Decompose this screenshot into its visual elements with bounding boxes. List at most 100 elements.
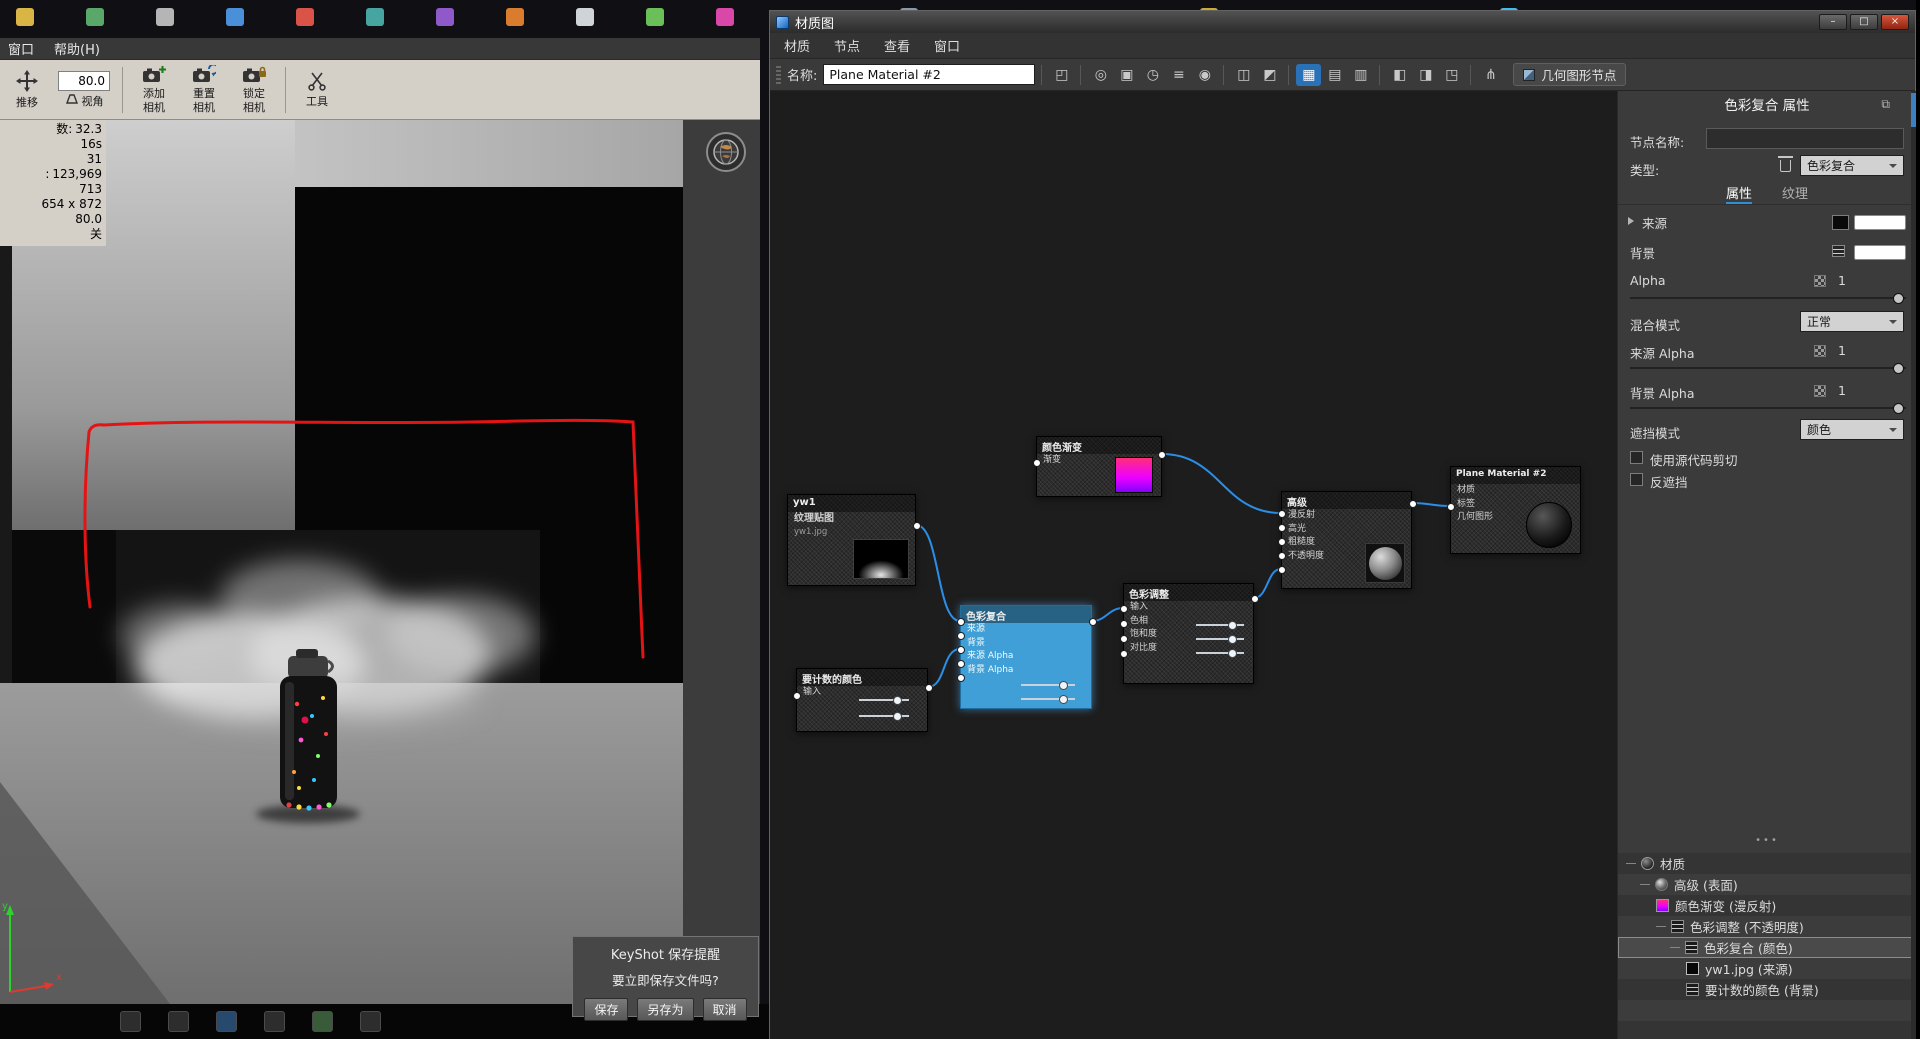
input-port[interactable] — [957, 618, 965, 626]
output-port[interactable] — [1158, 451, 1166, 459]
connection-wire[interactable] — [1412, 503, 1450, 506]
connection-wire[interactable] — [1254, 569, 1281, 598]
taskbar-app-icon[interactable] — [216, 1011, 237, 1032]
source-color-chip[interactable] — [1832, 215, 1849, 230]
menu-material[interactable]: 材质 — [784, 36, 810, 55]
input-port[interactable] — [957, 660, 965, 668]
taskbar-app-icon[interactable] — [168, 1011, 189, 1032]
node-graph-canvas[interactable]: 颜色渐变 渐变 yw1 纹理贴图 yw1.jpg 色彩复合 来源 背景 来源 A… — [770, 91, 1617, 1039]
input-port[interactable] — [957, 646, 965, 654]
save-button[interactable]: 保存 — [584, 998, 628, 1021]
input-port[interactable] — [1278, 566, 1286, 574]
invert-mask-checkbox[interactable] — [1630, 473, 1643, 486]
grid-snap-icon[interactable]: ▥ — [1348, 64, 1373, 86]
input-port[interactable] — [1278, 538, 1286, 546]
source-alpha-slider[interactable] — [1630, 367, 1906, 369]
input-port[interactable] — [1120, 620, 1128, 628]
menu-view[interactable]: 查看 — [884, 36, 910, 55]
lock-camera-button[interactable]: 锁定 相机 — [235, 65, 273, 114]
desktop-icon[interactable] — [226, 8, 244, 26]
material-name-input[interactable] — [823, 64, 1035, 85]
desktop-icon[interactable] — [16, 8, 34, 26]
output-port[interactable] — [1251, 595, 1259, 603]
node-root-material[interactable]: Plane Material #2 材质 标签 几何图形 — [1450, 466, 1581, 554]
desktop-icon[interactable] — [506, 8, 524, 26]
node-slider[interactable] — [1196, 652, 1244, 654]
material-preview-sphere[interactable] — [1365, 543, 1405, 583]
input-port[interactable] — [793, 692, 801, 700]
use-source-clip-checkbox[interactable] — [1630, 451, 1643, 464]
tree-row-advanced[interactable]: 高级 (表面) — [1618, 874, 1912, 895]
output-port[interactable] — [925, 684, 933, 692]
material-graph-titlebar[interactable]: 材质图 – □ × — [770, 11, 1915, 33]
texture-thumbnail[interactable] — [853, 539, 909, 579]
collapse-arrow-icon[interactable] — [1628, 217, 1634, 225]
taskbar-app-icon[interactable] — [264, 1011, 285, 1032]
blend-mode-dropdown[interactable]: 正常 — [1800, 311, 1904, 332]
node-slider[interactable] — [859, 715, 909, 717]
tree-row-material[interactable]: 材质 — [1618, 853, 1912, 874]
taskbar-app-icon[interactable] — [360, 1011, 381, 1032]
tab-properties[interactable]: 属性 — [1726, 183, 1752, 204]
input-port[interactable] — [1120, 650, 1128, 658]
connection-wire[interactable] — [1092, 608, 1123, 621]
desktop-icon[interactable] — [576, 8, 594, 26]
input-port[interactable] — [957, 674, 965, 682]
gradient-swatch[interactable] — [1115, 457, 1153, 493]
connection-wire[interactable] — [916, 525, 960, 621]
mask-mode-dropdown[interactable]: 颜色 — [1800, 419, 1904, 440]
output-port[interactable] — [1409, 500, 1417, 508]
input-port[interactable] — [957, 632, 965, 640]
align-vertical-icon[interactable]: ◨ — [1413, 64, 1438, 86]
pan-tool-button[interactable]: 推移 — [8, 70, 46, 109]
input-port[interactable] — [1447, 503, 1455, 511]
node-texture-yw1[interactable]: yw1 纹理贴图 yw1.jpg — [787, 494, 916, 586]
preview-icon[interactable]: ▣ — [1114, 64, 1139, 86]
background-alpha-map-icon[interactable] — [1814, 385, 1826, 397]
save-as-button[interactable]: 另存为 — [637, 998, 693, 1021]
connection-wire[interactable] — [1162, 454, 1281, 513]
node-slider[interactable] — [1021, 684, 1075, 686]
tree-row-adjust[interactable]: 色彩调整 (不透明度) — [1618, 916, 1912, 937]
desktop-icon[interactable] — [86, 8, 104, 26]
node-color-adjust[interactable]: 色彩调整 输入 色相 饱和度 对比度 — [1123, 583, 1254, 684]
detach-panel-icon[interactable]: ⧉ — [1881, 97, 1890, 112]
final-material-sphere[interactable] — [1526, 502, 1572, 548]
output-port[interactable] — [1089, 618, 1097, 626]
reset-camera-button[interactable]: 重置 相机 — [185, 65, 223, 114]
node-color-composite[interactable]: 色彩复合 来源 背景 来源 Alpha 背景 Alpha — [960, 605, 1092, 709]
tree-row-composite[interactable]: 色彩复合 (颜色) — [1618, 937, 1912, 958]
input-port[interactable] — [1278, 510, 1286, 518]
node-slider[interactable] — [859, 699, 909, 701]
menu-node[interactable]: 节点 — [834, 36, 860, 55]
node-color-gradient[interactable]: 颜色渐变 渐变 — [1036, 436, 1162, 497]
tools-button[interactable]: 工具 — [298, 71, 336, 108]
levels-icon[interactable]: ≡ — [1166, 64, 1191, 86]
menu-window[interactable]: 窗口 — [934, 36, 960, 55]
output-port[interactable] — [913, 522, 921, 530]
history-icon[interactable]: ◷ — [1140, 64, 1165, 86]
connection-wire[interactable] — [928, 649, 960, 687]
save-icon[interactable]: ◰ — [1049, 64, 1074, 86]
desktop-icon[interactable] — [716, 8, 734, 26]
background-color-swatch[interactable] — [1854, 245, 1906, 260]
fit-view-icon[interactable]: ◳ — [1439, 64, 1464, 86]
duplicate-icon[interactable]: ◫ — [1231, 64, 1256, 86]
thumbnails-icon[interactable]: ▤ — [1322, 64, 1347, 86]
node-slider[interactable] — [1021, 698, 1075, 700]
geometry-node-button[interactable]: 几何图形节点 — [1513, 63, 1626, 86]
type-dropdown[interactable]: 色彩复合 — [1800, 155, 1904, 176]
tab-textures[interactable]: 纹理 — [1782, 183, 1808, 204]
taskbar-app-icon[interactable] — [312, 1011, 333, 1032]
input-port[interactable] — [1120, 605, 1128, 613]
input-port[interactable] — [1278, 552, 1286, 560]
desktop-icon[interactable] — [156, 8, 174, 26]
tree-row-count[interactable]: 要计数的颜色 (背景) — [1618, 979, 1912, 1000]
tree-row-texture[interactable]: yw1.jpg (来源) — [1618, 958, 1912, 979]
menu-window[interactable]: 窗口 — [8, 39, 34, 58]
desktop-icon[interactable] — [436, 8, 454, 26]
node-name-input[interactable] — [1706, 128, 1904, 149]
taskbar-app-icon[interactable] — [120, 1011, 141, 1032]
toolbar-grip[interactable] — [776, 66, 781, 84]
source-color-swatch[interactable] — [1854, 215, 1906, 230]
